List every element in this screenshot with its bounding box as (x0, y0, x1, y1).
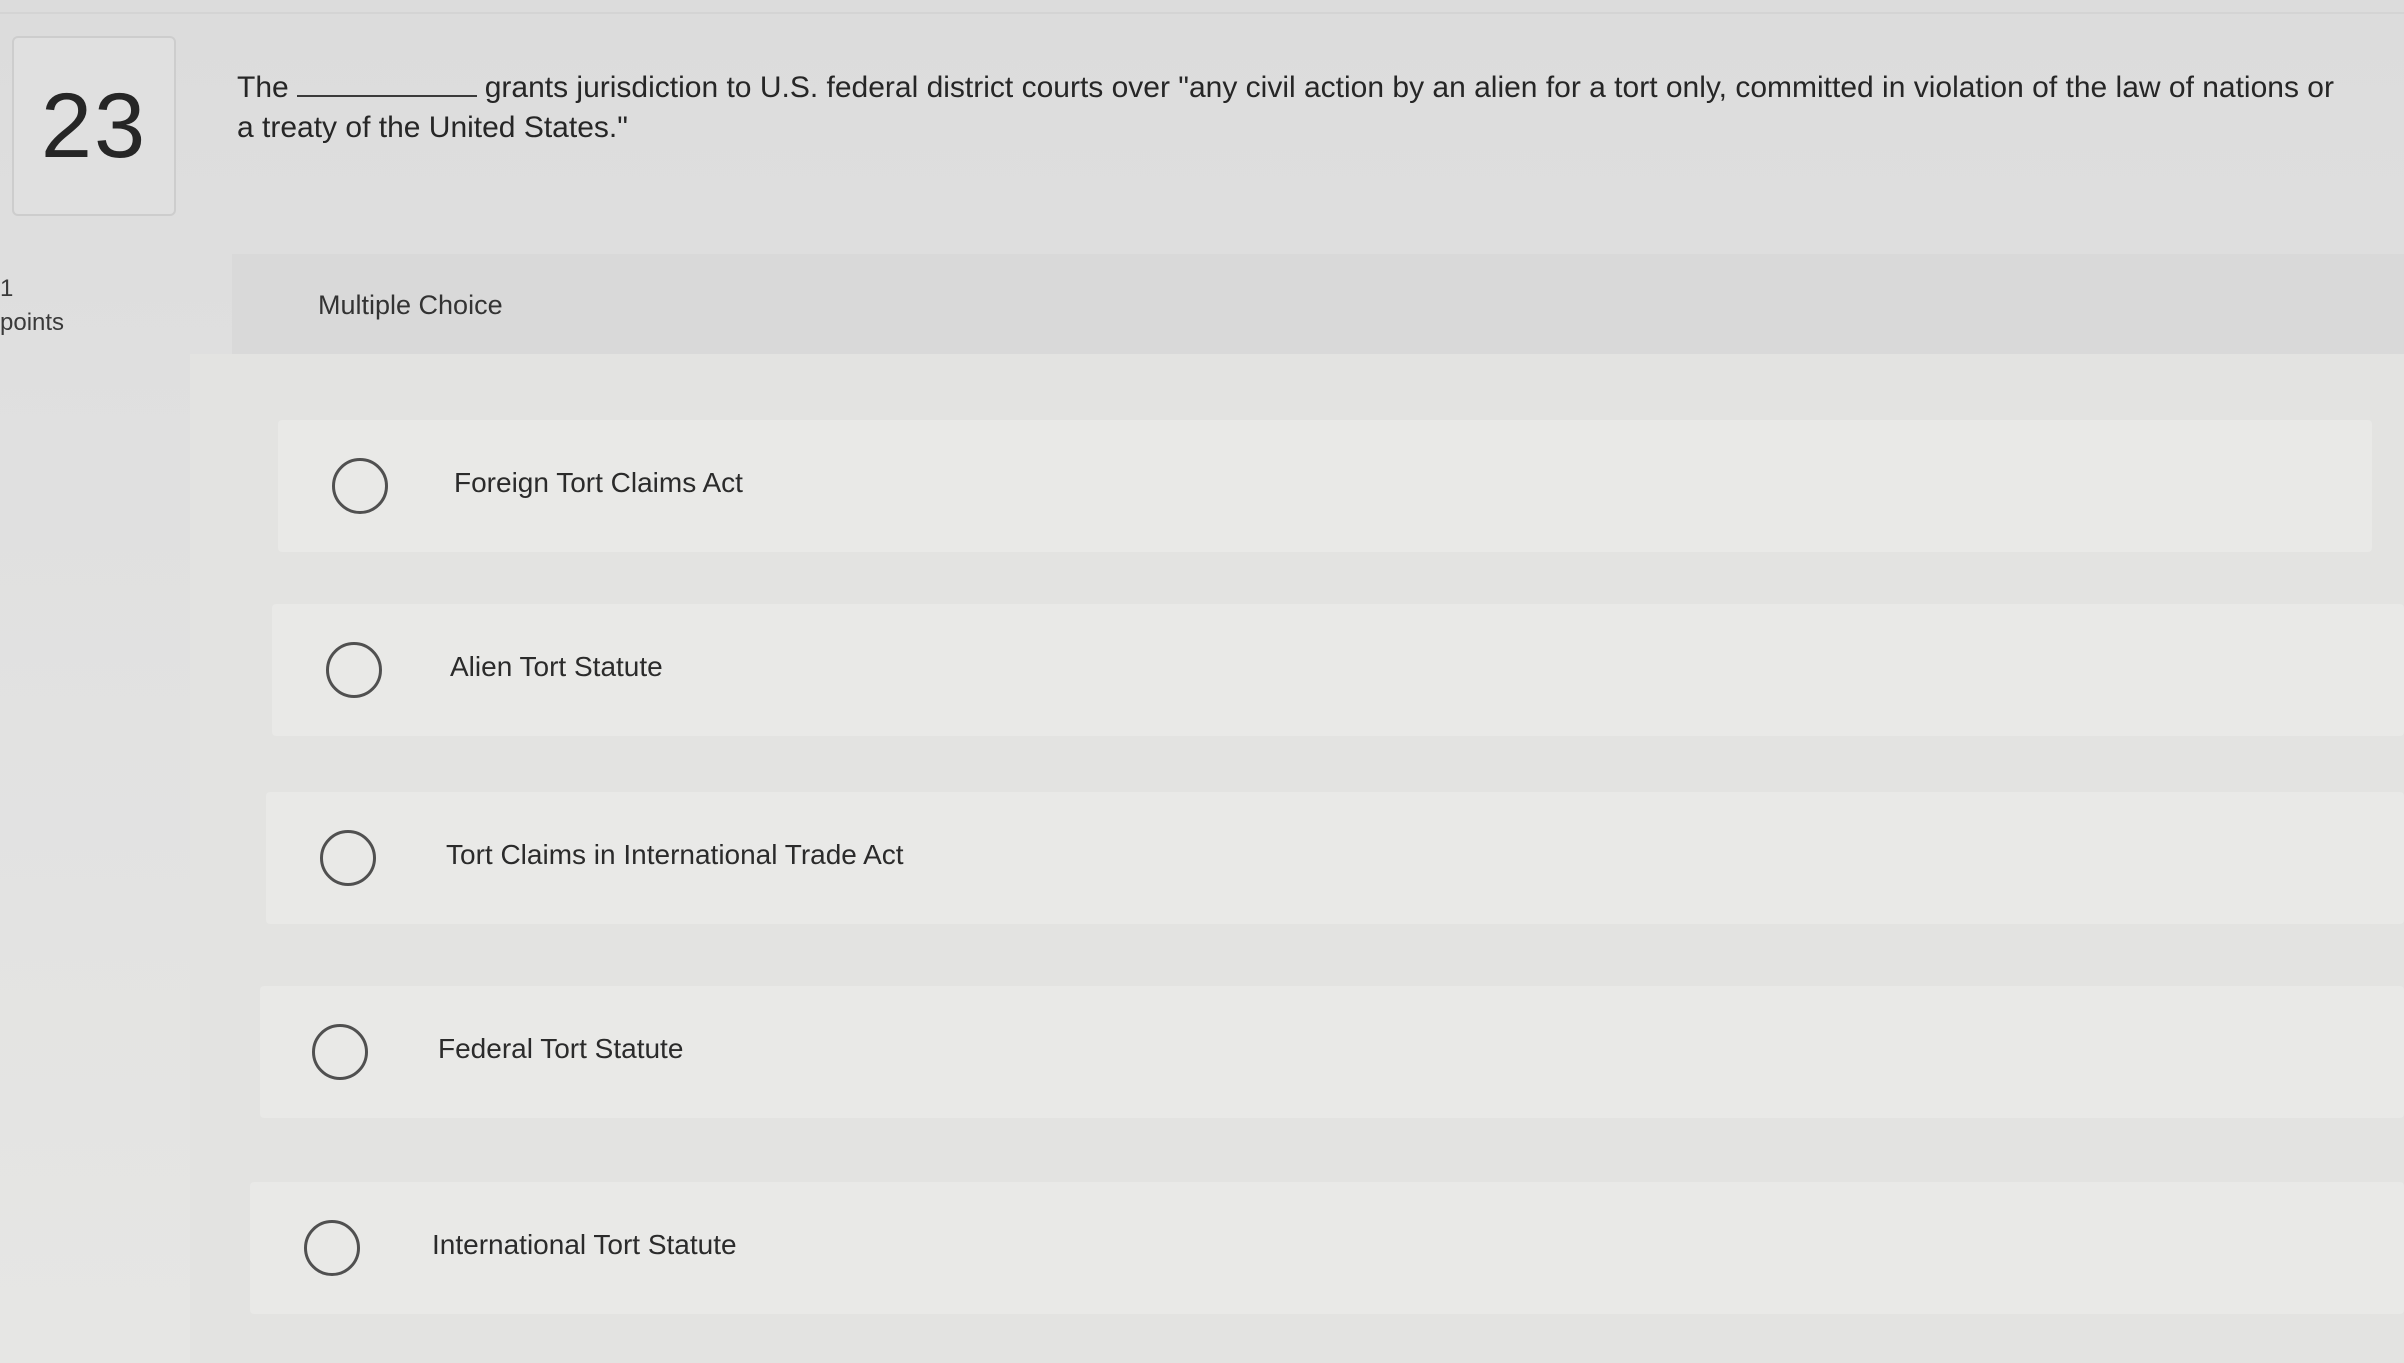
choice-label-1: Foreign Tort Claims Act (454, 467, 743, 498)
answer-blank (296, 71, 477, 97)
top-divider (0, 12, 2404, 14)
choice-label-2: Alien Tort Statute (450, 651, 663, 682)
points-label: points (0, 309, 65, 336)
choice-radio-4[interactable] (312, 1024, 368, 1080)
choice-option-3[interactable]: Tort Claims in International Trade Act (266, 792, 2404, 924)
question-text-before: The (237, 71, 289, 104)
question-type-header (232, 254, 2404, 354)
choice-label-5: International Tort Statute (432, 1229, 737, 1260)
choice-radio-2[interactable] (326, 642, 382, 698)
choice-label-4: Federal Tort Statute (438, 1033, 684, 1064)
points-indicator: 1 points (0, 272, 64, 340)
choice-option-5[interactable]: International Tort Statute (250, 1182, 2404, 1314)
choice-label-3: Tort Claims in International Trade Act (446, 839, 904, 870)
quiz-page: 23 The grants jurisdiction to U.S. federa… (0, 0, 2404, 1363)
choice-option-2[interactable]: Alien Tort Statute (272, 604, 2404, 736)
question-number-box: 23 (12, 36, 176, 216)
question-number: 23 (40, 74, 148, 177)
question-text: The grants jurisdiction to U.S. federal d… (237, 68, 2337, 148)
choice-option-4[interactable]: Federal Tort Statute (260, 986, 2404, 1118)
choice-option-1[interactable]: Foreign Tort Claims Act (278, 420, 2372, 552)
points-value: 1 (0, 275, 14, 302)
choice-radio-1[interactable] (332, 458, 388, 514)
choice-radio-3[interactable] (320, 830, 376, 886)
question-text-after: grants jurisdiction to U.S. federal dist… (237, 71, 2334, 144)
question-type-label: Multiple Choice (318, 290, 503, 320)
choice-radio-5[interactable] (304, 1220, 360, 1276)
